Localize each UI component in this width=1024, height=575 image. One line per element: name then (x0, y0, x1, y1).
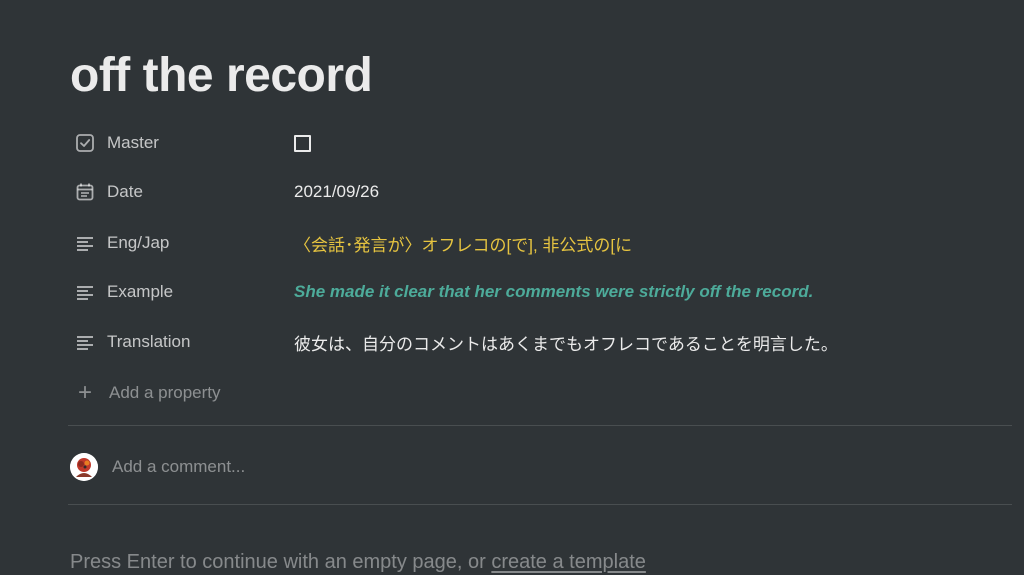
text-lines-icon (74, 331, 96, 353)
property-row-eng-jap: Eng/Jap 〈会話･発言が〉オフレコの[で], 非公式の[に (70, 226, 1010, 260)
add-property-label: Add a property (109, 383, 221, 402)
comment-row (70, 451, 712, 483)
property-row-translation: Translation 彼女は、自分のコメントはあくまでもオフレコであることを明… (70, 325, 1010, 359)
text-lines-icon (74, 281, 96, 303)
comment-input[interactable] (112, 457, 712, 477)
property-label: Date (107, 182, 143, 201)
property-value-master[interactable] (294, 126, 311, 160)
create-template-link[interactable]: create a template (491, 551, 646, 573)
empty-page-hint: Press Enter to continue with an empty pa… (70, 551, 646, 574)
property-label: Master (107, 133, 159, 152)
property-value-date[interactable]: 2021/09/26 (294, 175, 379, 209)
property-name-master[interactable]: Master (70, 126, 294, 160)
property-name-example[interactable]: Example (70, 275, 294, 309)
master-checkbox[interactable] (294, 134, 311, 152)
text-lines-icon (74, 232, 96, 254)
property-name-eng-jap[interactable]: Eng/Jap (70, 226, 294, 260)
hint-text: Press Enter to continue with an empty pa… (70, 551, 492, 573)
property-label: Translation (107, 332, 191, 351)
checkbox-icon (74, 132, 96, 154)
property-label: Example (107, 282, 174, 301)
property-value-eng-jap[interactable]: 〈会話･発言が〉オフレコの[で], 非公式の[に (294, 226, 632, 260)
divider (68, 504, 1012, 505)
property-label: Eng/Jap (107, 233, 170, 252)
page-title[interactable]: off the record (70, 48, 373, 104)
property-row-example: Example She made it clear that her comme… (70, 275, 1010, 309)
property-row-date: Date 2021/09/26 (70, 175, 1010, 209)
plus-icon: + (77, 379, 92, 406)
property-value-example[interactable]: She made it clear that her comments were… (294, 275, 813, 309)
property-name-date[interactable]: Date (70, 175, 294, 209)
user-avatar (70, 453, 98, 481)
property-name-translation[interactable]: Translation (70, 325, 294, 359)
add-property-button[interactable]: + Add a property (70, 376, 221, 410)
notion-page: off the record Master Date 2021/09/26 En… (0, 0, 1024, 575)
property-value-translation[interactable]: 彼女は、自分のコメントはあくまでもオフレコであることを明言した。 (294, 325, 838, 359)
property-row-master: Master (70, 126, 1010, 160)
divider (68, 425, 1012, 426)
calendar-icon (74, 181, 96, 203)
